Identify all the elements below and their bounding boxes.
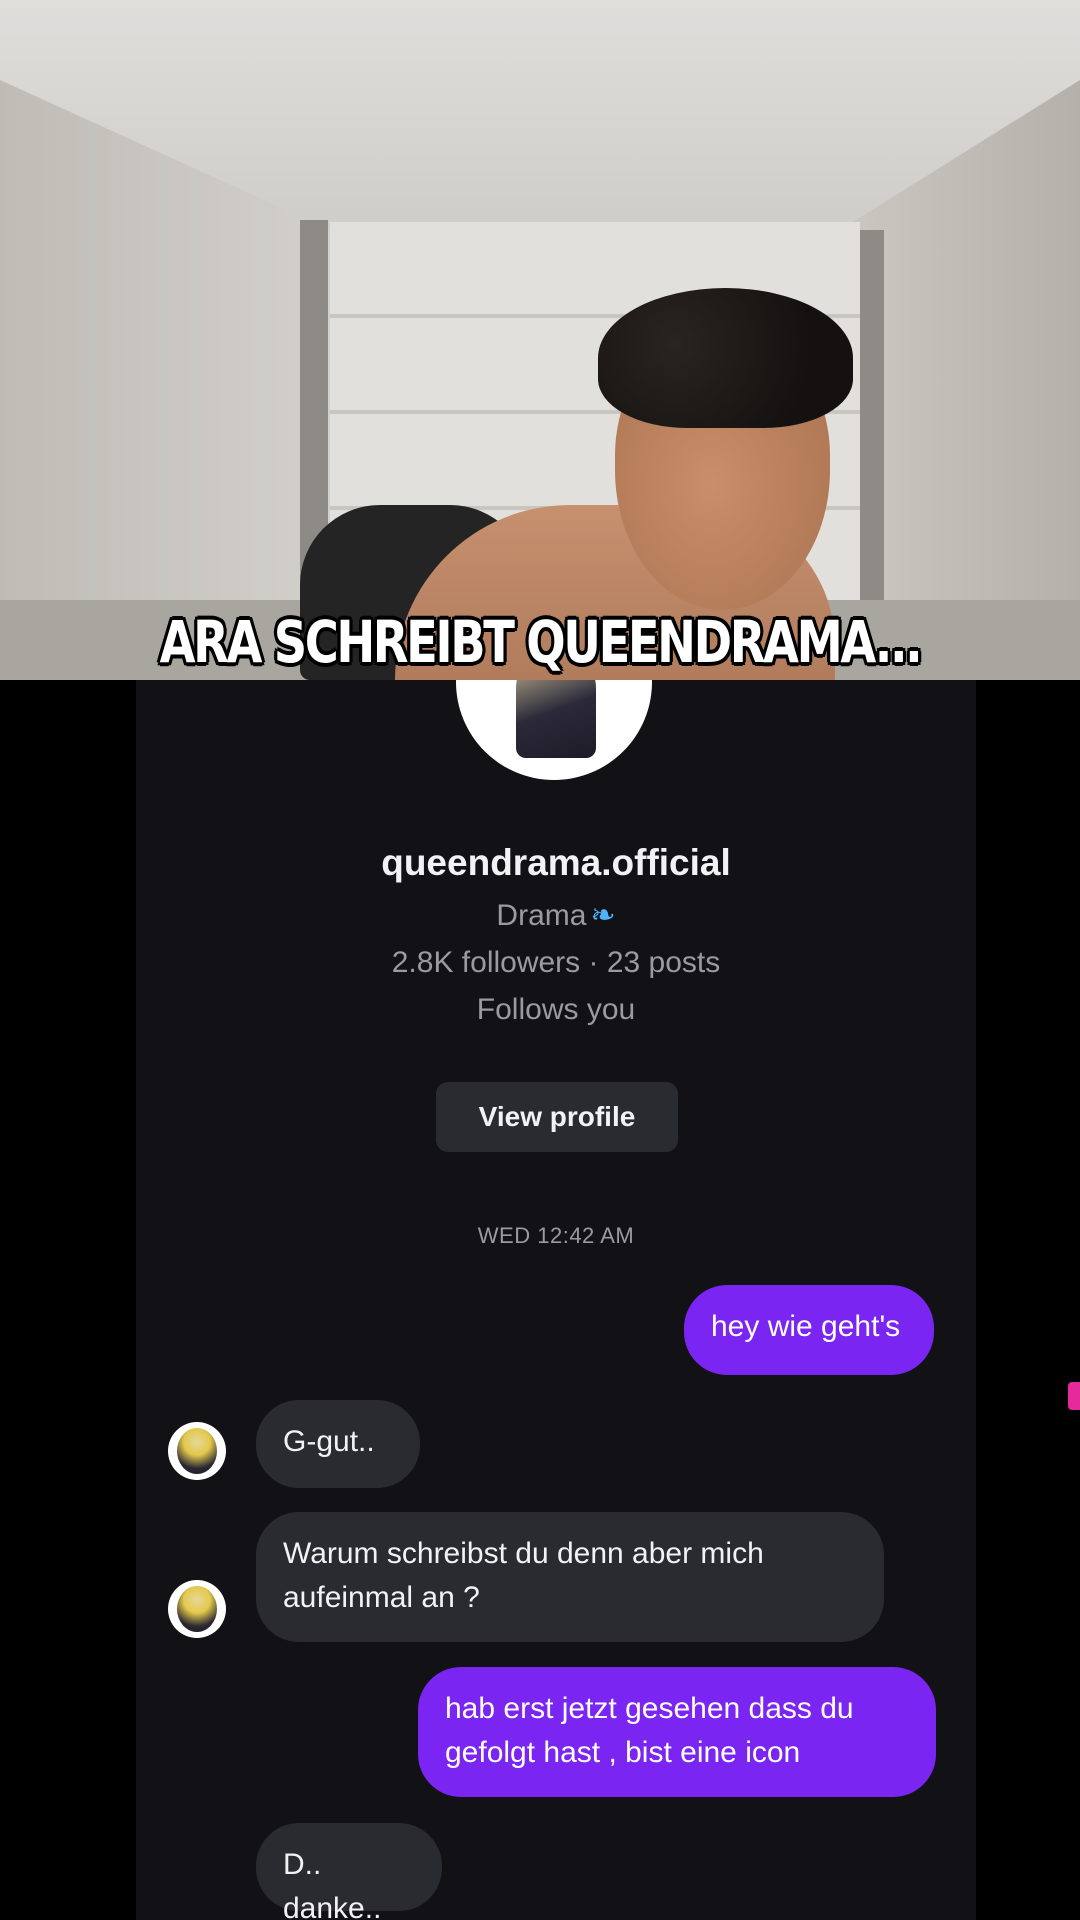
sender-avatar-image <box>177 1586 217 1632</box>
sender-avatar[interactable] <box>168 1422 226 1480</box>
profile-avatar-figure <box>516 680 596 758</box>
person-hair <box>598 288 853 428</box>
follows-you-label: Follows you <box>476 993 636 1026</box>
message-incoming[interactable]: G-gut.. <box>256 1400 420 1488</box>
message-incoming[interactable]: D.. danke.. <box>256 1823 442 1920</box>
edge-indicator <box>1068 1382 1080 1410</box>
butterfly-icon: ❧ <box>590 899 616 932</box>
profile-stats: 2.8K followers · 23 posts <box>391 946 721 979</box>
message-incoming[interactable]: Warum schreibst du denn aber mich aufein… <box>256 1512 884 1642</box>
message-outgoing[interactable]: hey wie geht's <box>684 1285 934 1375</box>
sender-avatar[interactable] <box>168 1580 226 1638</box>
profile-username: queendrama.official <box>381 842 731 883</box>
dm-chat-panel: queendrama.official Drama ❧ 2.8K follower… <box>136 680 976 1920</box>
view-profile-button[interactable]: View profile <box>436 1082 678 1152</box>
video-frame <box>0 0 1080 680</box>
door-rail-right <box>860 230 884 660</box>
profile-bio-text: Drama <box>496 899 587 932</box>
chat-timestamp: WED 12:42 AM <box>477 1223 635 1248</box>
video-caption: ARA SCHREIBT QUEENDRAMA... <box>159 608 923 676</box>
sender-avatar-image <box>177 1428 217 1474</box>
profile-bio: Drama ❧ <box>136 898 976 933</box>
message-outgoing[interactable]: hab erst jetzt gesehen dass du gefolgt h… <box>418 1667 936 1797</box>
profile-avatar[interactable] <box>456 680 652 780</box>
